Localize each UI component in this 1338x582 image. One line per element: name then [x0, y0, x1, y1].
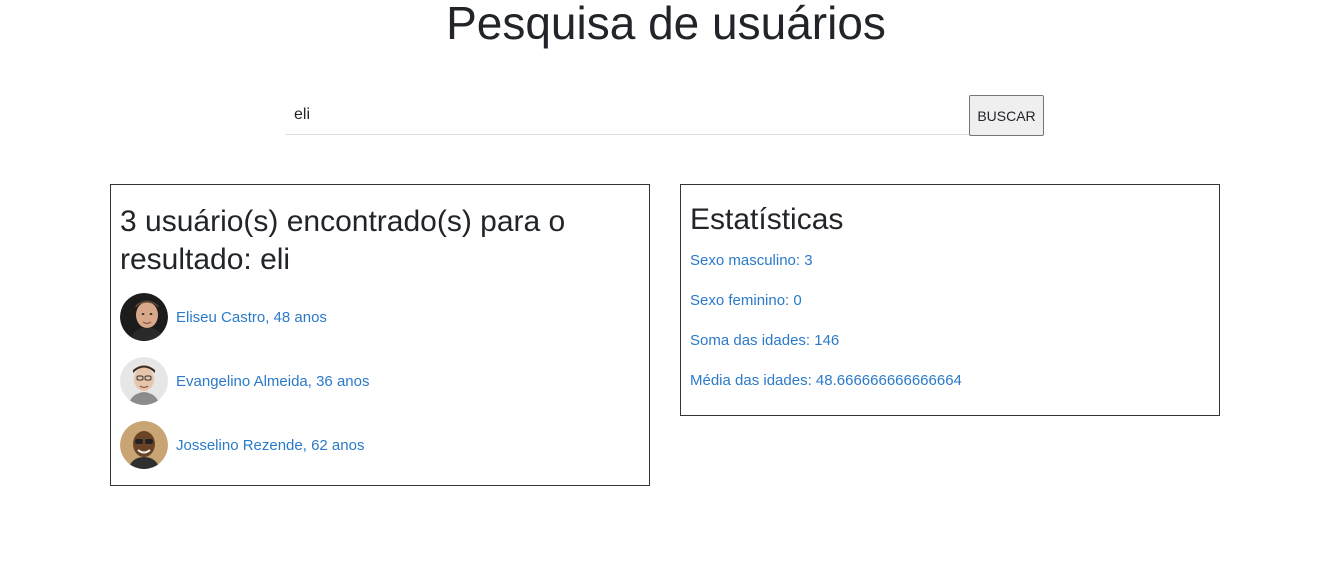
results-panel: 3 usuário(s) encontrado(s) para o result… [110, 184, 650, 486]
user-link[interactable]: Evangelino Almeida, 36 anos [176, 373, 369, 390]
page-title: Pesquisa de usuários [446, 0, 886, 49]
user-link[interactable]: Eliseu Castro, 48 anos [176, 309, 327, 326]
stat-female-count: Sexo feminino: 0 [690, 292, 802, 309]
stats-list: Sexo masculino: 3 Sexo feminino: 0 Soma … [690, 251, 1210, 391]
page: Pesquisa de usuários BUSCAR 3 usuário(s)… [0, 0, 1338, 582]
user-list: Eliseu Castro, 48 anos Evangelino Almeid… [120, 293, 640, 469]
stat-age-average: Média das idades: 48.666666666666664 [690, 372, 962, 389]
avatar [120, 421, 168, 469]
search-button[interactable]: BUSCAR [969, 95, 1044, 136]
list-item: Evangelino Almeida, 36 anos [120, 357, 640, 405]
stats-heading: Estatísticas [690, 203, 844, 236]
search-bar: BUSCAR [286, 95, 1044, 137]
list-item: Josselino Rezende, 62 anos [120, 421, 640, 469]
stats-panel: Estatísticas Sexo masculino: 3 Sexo femi… [680, 184, 1220, 416]
stat-age-sum: Soma das idades: 146 [690, 332, 840, 349]
avatar [120, 357, 168, 405]
search-input[interactable] [286, 95, 969, 135]
stat-male-count: Sexo masculino: 3 [690, 252, 813, 269]
results-heading: 3 usuário(s) encontrado(s) para o result… [120, 205, 566, 276]
list-item: Eliseu Castro, 48 anos [120, 293, 640, 341]
avatar [120, 293, 168, 341]
user-link[interactable]: Josselino Rezende, 62 anos [176, 437, 364, 454]
